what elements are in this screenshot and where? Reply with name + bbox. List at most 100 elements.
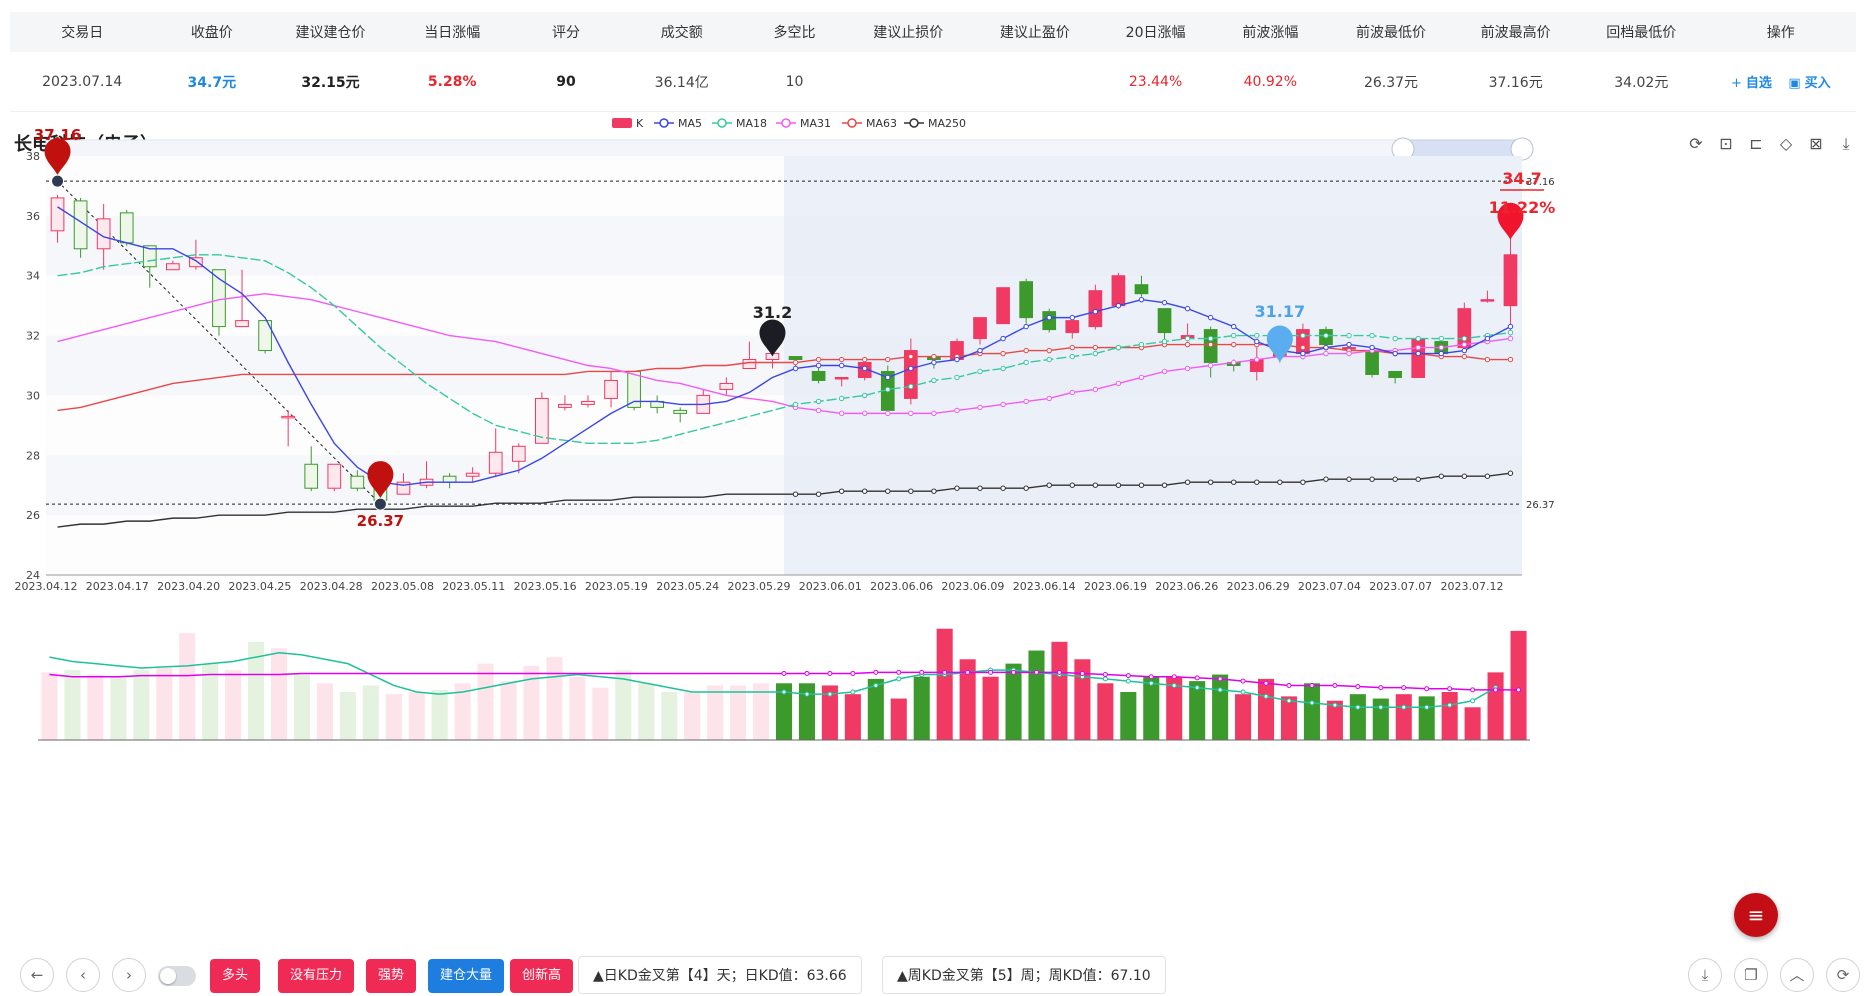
tag-no-pressure[interactable]: 没有压力: [278, 959, 355, 993]
volume-ma-long-dot: [1309, 682, 1315, 688]
ma18-dot: [838, 395, 845, 402]
header-entry-price: 建议建仓价: [295, 25, 366, 41]
volume-ma-short-line: [49, 651, 1496, 709]
blue-pin-label: 31.17: [1255, 302, 1306, 321]
ma63-dot: [1046, 347, 1052, 354]
ma18-dot: [954, 374, 960, 381]
candle-body: [581, 400, 595, 405]
header-take-profit: 建议止盈价: [999, 25, 1070, 41]
buy-icon: ▣: [1788, 76, 1801, 91]
candle-body: [996, 287, 1010, 325]
tag-strong[interactable]: 强势: [366, 959, 417, 993]
volume-ma-long-dot: [804, 670, 810, 676]
x-tick-label: 2023.06.06: [870, 580, 933, 593]
candle: [119, 209, 134, 246]
refresh-icon: ⟳: [1836, 966, 1850, 984]
header-turnover: 成交额: [660, 25, 703, 41]
volume-bar: [661, 692, 678, 740]
candle-body: [1411, 338, 1426, 378]
toggle-switch[interactable]: [158, 966, 196, 986]
ma5-dot: [1254, 338, 1260, 345]
volume-bar: [1028, 650, 1045, 740]
candle-body: [119, 212, 134, 244]
refresh-button[interactable]: ⟳: [1826, 958, 1860, 992]
candle-body: [604, 379, 618, 399]
menu-fab[interactable]: ≡: [1734, 893, 1778, 937]
volume-bar: [1395, 694, 1412, 740]
ma63-dot: [885, 356, 891, 363]
copy-button[interactable]: ❐: [1734, 958, 1768, 992]
chart-legend[interactable]: K MA5 MA18 MA31 MA63 MA250: [612, 118, 966, 130]
ma250-dot: [1369, 476, 1375, 482]
volume-bar: [569, 676, 586, 740]
ma31-dot: [1461, 341, 1468, 348]
ma63-dot: [1207, 341, 1214, 348]
y-tick-label: 28: [26, 449, 40, 462]
x-tick-label: 2023.06.19: [1084, 580, 1147, 593]
bottom-toolbar: ← ‹ › 多头 没有压力 强势 建仓大量 创新高 ▲日KD金叉第【4】天；日K…: [0, 952, 1866, 994]
candle: [73, 197, 88, 258]
volume-ma-long-dot: [1217, 676, 1223, 682]
summary-value-row: 2023.07.14 34.7元 32.15元 5.28% 90 36.14亿 …: [10, 52, 1856, 112]
candle-body: [558, 403, 572, 408]
header-prev-wave-high: 前波最高价: [1480, 25, 1551, 41]
prev-button[interactable]: ‹: [66, 958, 100, 992]
candle-body: [1088, 290, 1103, 328]
tag-new-high[interactable]: 创新高: [510, 959, 574, 993]
first-page-button[interactable]: ←: [20, 958, 54, 992]
volume-ma-long-dot: [1033, 669, 1039, 675]
ma18-dot: [1461, 335, 1468, 342]
ma5-dot: [931, 359, 937, 366]
zoom-slider-window: [1402, 139, 1523, 159]
volume-ma-long-dot: [873, 669, 879, 675]
tag-heavy-volume[interactable]: 建仓大量: [428, 959, 505, 993]
next-button[interactable]: ›: [112, 958, 146, 992]
legend-swatch-dot: [717, 118, 727, 128]
candle: [1365, 350, 1379, 378]
ma18-dot: [1415, 335, 1421, 342]
volume-ma-long-dot: [942, 669, 948, 675]
volume-ma-long-dot: [1516, 687, 1522, 693]
volume-bar: [133, 670, 150, 740]
ma31-dot: [1138, 374, 1145, 381]
ma18-dot: [977, 368, 983, 375]
candle-body: [788, 356, 803, 361]
ma5-dot: [1207, 314, 1214, 321]
ma31-dot: [1069, 389, 1075, 396]
y-tick-label: 32: [26, 330, 40, 343]
add-watchlist-button[interactable]: + 自选: [1731, 76, 1772, 91]
ma18-dot: [1392, 335, 1398, 342]
highlight-region: [784, 156, 1522, 575]
ma250-dot: [1046, 482, 1052, 488]
volume-bar: [890, 698, 907, 740]
scroll-top-button[interactable]: ︿: [1780, 958, 1814, 992]
ma18-dot: [1369, 332, 1375, 339]
candle-body: [1480, 299, 1495, 302]
ma63-dot: [1184, 341, 1191, 348]
buy-button[interactable]: ▣ 买入: [1788, 76, 1830, 91]
x-tick-label: 2023.06.26: [1155, 580, 1218, 593]
volume-bar: [431, 689, 448, 740]
volume-bar: [1143, 676, 1160, 740]
ma31-dot: [1000, 401, 1006, 408]
ma31-dot: [954, 407, 960, 414]
candle: [627, 370, 641, 411]
tag-bullish[interactable]: 多头: [210, 959, 261, 993]
header-actions: 操作: [1766, 25, 1795, 41]
ma18-dot: [931, 377, 937, 384]
volume-bar: [936, 628, 953, 740]
toggle-knob: [160, 968, 176, 984]
zoom-slider-track: [45, 139, 1523, 159]
ma18-dot: [862, 392, 868, 399]
candle-body: [1503, 254, 1518, 307]
value-score: 90: [556, 73, 576, 90]
volume-ma-short-dot: [804, 691, 810, 697]
volume-bar: [1005, 663, 1022, 740]
ma250-dot: [1000, 485, 1006, 491]
download-button[interactable]: ⤓: [1688, 958, 1722, 992]
ma18-dot: [1115, 344, 1122, 351]
volume-ma-short-dot: [1148, 680, 1154, 686]
value-actions: + 自选 ▣ 买入: [1706, 72, 1856, 91]
ma250-dot: [1069, 482, 1075, 488]
ma18-dot: [1092, 350, 1099, 357]
